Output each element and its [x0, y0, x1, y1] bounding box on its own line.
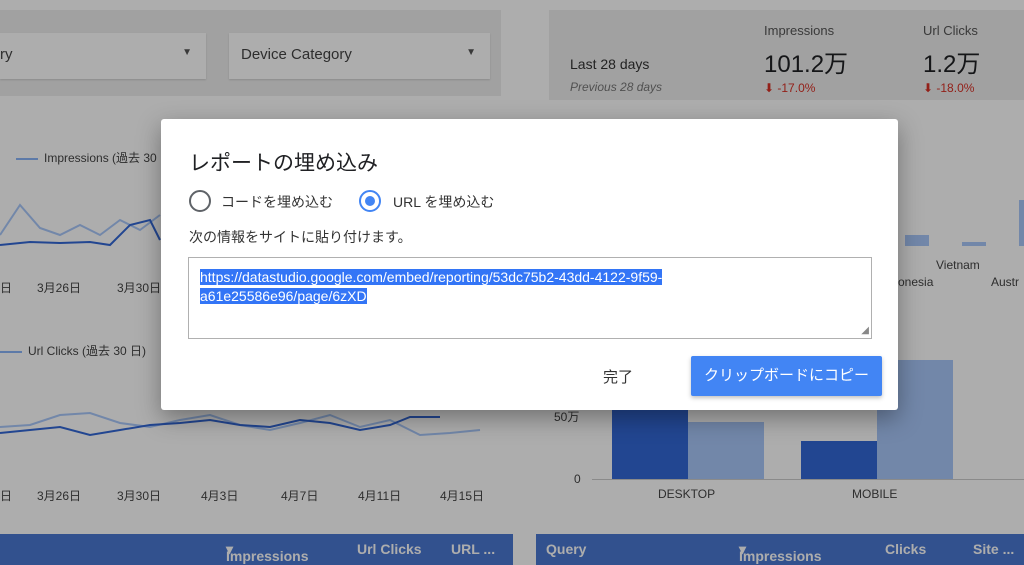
embed-code-radio[interactable] — [189, 190, 211, 212]
done-button[interactable]: 完了 — [603, 366, 633, 387]
embed-url-text: https://datastudio.google.com/embed/repo… — [200, 268, 820, 306]
embed-url-line: a61e25586e96/page/6zXD — [200, 288, 367, 304]
embed-url-radio[interactable] — [359, 190, 381, 212]
dialog-title: レポートの埋め込み — [189, 152, 378, 175]
embed-url-line: https://datastudio.google.com/embed/repo… — [200, 269, 663, 285]
embed-url-label[interactable]: URL を埋め込む — [393, 192, 494, 212]
instruction-text: 次の情報をサイトに貼り付けます。 — [189, 229, 412, 245]
resize-grip-icon[interactable]: ◢ — [861, 325, 869, 336]
embed-code-label[interactable]: コードを埋め込む — [221, 192, 333, 212]
embed-report-dialog: レポートの埋め込み コードを埋め込む URL を埋め込む 次の情報をサイトに貼り… — [161, 119, 898, 410]
embed-code-textarea[interactable]: https://datastudio.google.com/embed/repo… — [188, 257, 872, 339]
copy-to-clipboard-button[interactable]: クリップボードにコピー — [691, 356, 882, 396]
